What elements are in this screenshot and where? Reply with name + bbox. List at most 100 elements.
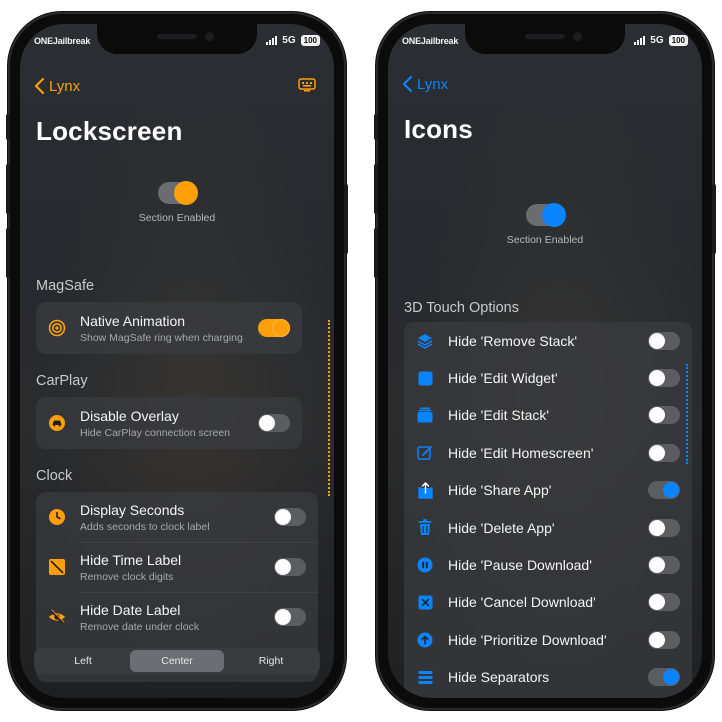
keyboard-icon[interactable]	[298, 78, 316, 97]
item-title: Hide 'Share App'	[448, 482, 552, 499]
list-item[interactable]: Display Seconds Adds seconds to clock la…	[36, 492, 318, 542]
pause-circle-icon	[416, 556, 434, 574]
eye-slash-icon	[48, 608, 66, 626]
section-enabled-toggle[interactable]: Section Enabled	[20, 181, 334, 224]
section-caption: Section Enabled	[138, 212, 216, 224]
list-item[interactable]: Hide Time Label Remove clock digits	[36, 542, 318, 592]
toggle-switch[interactable]	[648, 443, 680, 462]
toggle-switch[interactable]	[648, 518, 680, 537]
item-title: Disable Overlay	[80, 407, 179, 424]
list-item[interactable]: Disable Overlay Hide CarPlay connection …	[36, 397, 302, 449]
item-title: Hide 'Edit Stack'	[448, 407, 550, 424]
list-item[interactable]: Hide 'Share App'	[404, 472, 692, 509]
display-seconds-switch[interactable]	[274, 508, 306, 526]
back-button[interactable]: Lynx	[34, 78, 80, 95]
back-label: Lynx	[49, 77, 81, 95]
xmark-square-icon	[416, 593, 434, 611]
list-item[interactable]: Hide Date Label Remove date under clock	[36, 592, 318, 642]
item-title: Hide 'Remove Stack'	[448, 332, 578, 349]
toggle-switch[interactable]	[648, 630, 680, 649]
list-item[interactable]: Hide 'Prioritize Download'	[404, 621, 692, 658]
list-item[interactable]: Hide 'Edit Stack'	[404, 397, 692, 434]
item-title: Hide 'Delete App'	[448, 519, 555, 536]
segment-right[interactable]: Right	[224, 650, 318, 672]
list-item[interactable]: Hide 'Delete App'	[404, 509, 692, 546]
toggle-switch[interactable]	[648, 406, 680, 425]
trash-icon	[416, 519, 434, 537]
toggle-switch[interactable]	[648, 369, 680, 388]
notch	[465, 24, 625, 54]
volume-up-button	[6, 164, 10, 214]
battery-icon: 100	[300, 35, 320, 46]
toggle-switch[interactable]	[648, 556, 680, 575]
stack-layers-icon	[416, 332, 434, 350]
list-item[interactable]: Hide 'Pause Download'	[404, 546, 692, 583]
back-button[interactable]: Lynx	[402, 76, 448, 93]
item-title: Hide Time Label	[80, 551, 182, 568]
group-header-magsafe: MagSafe	[36, 278, 95, 294]
section-switch[interactable]	[526, 203, 566, 227]
list-item[interactable]: Hide 'Cancel Download'	[404, 584, 692, 621]
item-title: Hide 'Pause Download'	[448, 557, 592, 574]
list-item[interactable]: Native Animation Show MagSafe ring when …	[36, 302, 302, 354]
scroll-indicator[interactable]	[686, 364, 688, 464]
phone-lockscreen: ONEJailbreak 5G 100 Lynx Lockscreen Sect…	[6, 14, 348, 708]
scroll-indicator[interactable]	[328, 320, 330, 496]
carrier-label: ONEJailbreak	[34, 36, 91, 46]
edit-square-icon	[416, 444, 434, 462]
hide-date-label-switch[interactable]	[274, 608, 306, 626]
alignment-segmented-control: Left Center Right	[34, 648, 320, 674]
item-title: Hide Date Label	[80, 601, 181, 618]
magsafe-ring-icon	[48, 319, 66, 337]
toggle-switch[interactable]	[648, 668, 680, 687]
item-title: Hide 'Edit Widget'	[448, 370, 558, 387]
power-button	[712, 184, 716, 254]
item-title: Hide Separators	[448, 669, 550, 686]
segment-left[interactable]: Left	[36, 650, 130, 672]
item-subtitle: Show MagSafe ring when charging	[80, 331, 243, 344]
square-icon	[416, 369, 434, 387]
section-switch[interactable]	[158, 181, 198, 205]
item-subtitle: Remove date under clock	[80, 620, 200, 633]
list-item[interactable]: Hide 'Edit Widget'	[404, 359, 692, 396]
carrier-label: ONEJailbreak	[402, 36, 459, 46]
arrow-up-circle-icon	[416, 631, 434, 649]
section-caption: Section Enabled	[506, 234, 584, 246]
screen: ONEJailbreak 5G 100 Lynx Icons Section E…	[388, 24, 702, 698]
hide-time-label-switch[interactable]	[274, 558, 306, 576]
item-title: Display Seconds	[80, 501, 185, 518]
toggle-switch[interactable]	[648, 593, 680, 612]
signal-icon	[266, 36, 278, 45]
back-label: Lynx	[417, 75, 449, 93]
list-item[interactable]: Hide 'Remove Stack'	[404, 322, 692, 359]
native-animation-switch[interactable]	[258, 319, 290, 337]
toggle-switch[interactable]	[648, 481, 680, 500]
stacked-squares-icon	[416, 406, 434, 424]
group-header-3d-touch: 3D Touch Options	[404, 300, 519, 316]
toggle-switch[interactable]	[648, 331, 680, 350]
nav-bar: Lynx	[402, 72, 688, 96]
group-header-clock: Clock	[36, 468, 73, 484]
list-item[interactable]: Hide 'Edit Homescreen'	[404, 434, 692, 471]
segment-center[interactable]: Center	[130, 650, 224, 672]
item-title: Hide 'Cancel Download'	[448, 594, 596, 611]
volume-up-button	[374, 164, 378, 214]
power-button	[344, 184, 348, 254]
volume-down-button	[6, 228, 10, 278]
nav-bar: Lynx	[34, 74, 320, 98]
section-enabled-toggle[interactable]: Section Enabled	[388, 203, 702, 246]
disable-overlay-switch[interactable]	[258, 414, 290, 432]
item-title: Hide 'Edit Homescreen'	[448, 444, 594, 461]
battery-icon: 100	[668, 35, 688, 46]
network-label: 5G	[282, 35, 296, 46]
network-label: 5G	[650, 35, 664, 46]
card-magsafe: Native Animation Show MagSafe ring when …	[36, 302, 302, 354]
car-icon	[48, 414, 66, 432]
item-title: Native Animation	[80, 312, 186, 329]
volume-down-button	[374, 228, 378, 278]
list-item[interactable]: Hide Separators	[404, 659, 692, 696]
signal-icon	[634, 36, 646, 45]
mute-switch	[374, 114, 378, 140]
share-icon	[416, 481, 434, 499]
separators-icon	[416, 668, 434, 686]
